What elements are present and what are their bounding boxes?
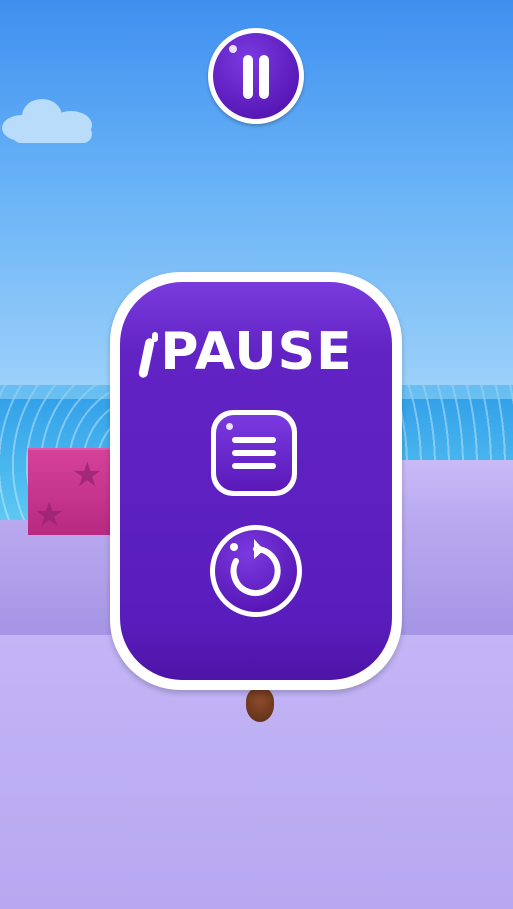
pink-block: ★ ★ — [28, 450, 123, 535]
hamburger-menu-icon — [232, 450, 276, 456]
shine-highlight — [226, 423, 233, 430]
pause-button-face — [213, 33, 299, 119]
restart-button[interactable] — [210, 525, 302, 617]
hamburger-menu-icon — [232, 437, 276, 443]
star-icon: ★ — [72, 455, 103, 495]
pause-icon — [243, 55, 253, 99]
pause-button[interactable] — [208, 28, 304, 124]
player-character — [246, 688, 274, 722]
menu-button-face — [216, 415, 292, 491]
restart-icon — [230, 539, 281, 596]
star-icon: ★ — [34, 495, 65, 535]
menu-button[interactable] — [211, 410, 297, 496]
hamburger-menu-icon — [232, 463, 276, 469]
shine-highlight — [229, 45, 237, 53]
pause-title: PAUSE — [160, 322, 353, 382]
pause-icon — [259, 55, 269, 99]
cloud — [0, 95, 100, 145]
